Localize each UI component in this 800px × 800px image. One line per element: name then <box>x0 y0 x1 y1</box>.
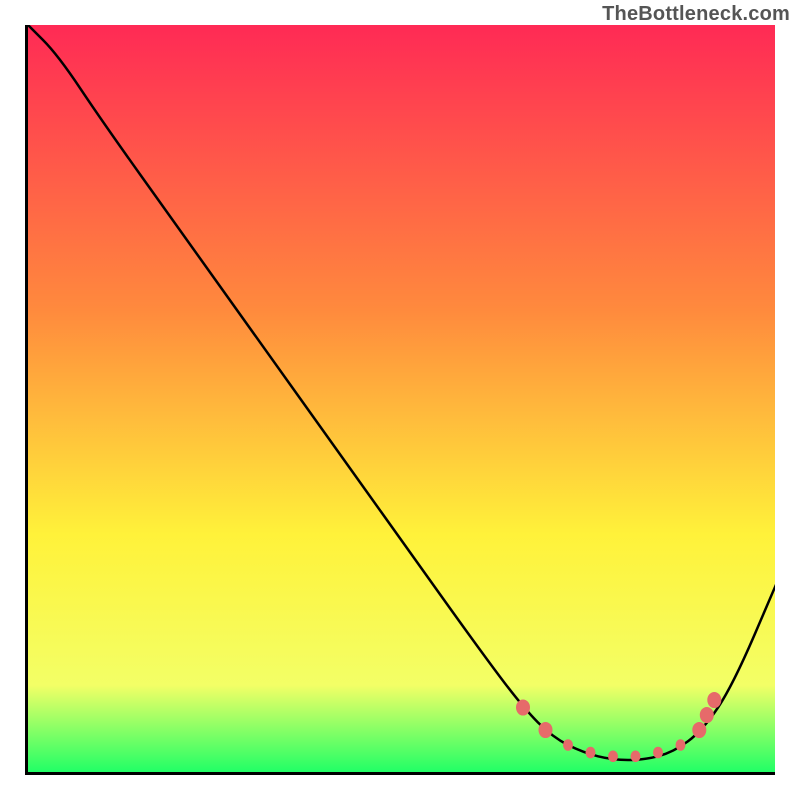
watermark-text: TheBottleneck.com <box>602 3 790 26</box>
sweet-spot-dot <box>608 751 618 763</box>
sweet-spot-dot <box>539 722 553 738</box>
sweet-spot-dot <box>631 751 641 763</box>
sweet-spot-dot <box>692 722 706 738</box>
sweet-spot-dot <box>707 692 721 708</box>
sweet-spot-dot <box>516 699 530 715</box>
sweet-spot-dot <box>676 739 686 751</box>
sweet-spot-dot <box>653 747 663 759</box>
chart-background-gradient <box>28 25 775 772</box>
sweet-spot-dot <box>700 707 714 723</box>
sweet-spot-dot <box>586 747 596 759</box>
chart-axes-frame <box>25 25 775 775</box>
chart-svg <box>28 25 775 772</box>
sweet-spot-dot <box>563 739 573 751</box>
chart-plot-area <box>28 25 775 772</box>
